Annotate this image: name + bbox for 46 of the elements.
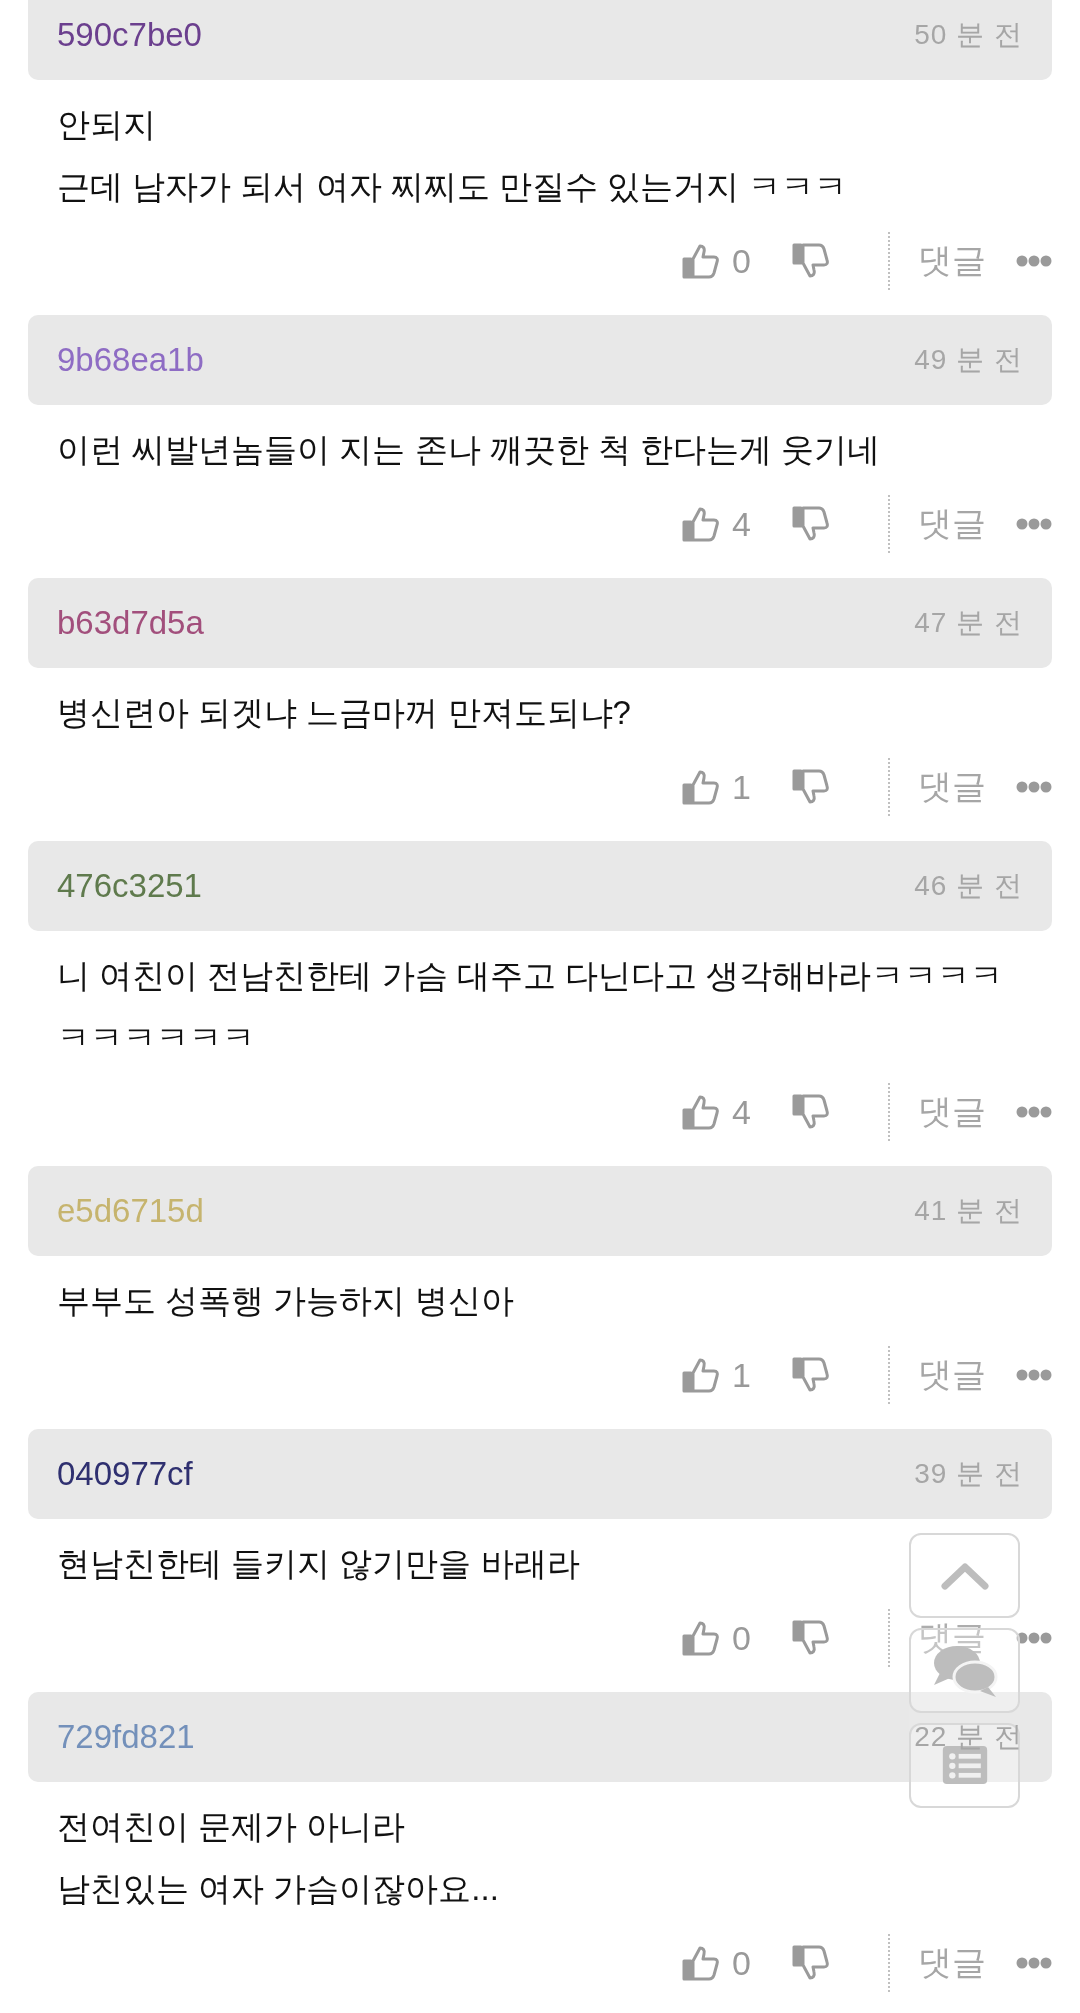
more-icon[interactable] <box>1016 518 1052 530</box>
comment-text: 현남친한테 들키지 않기만을 바래라 <box>57 1544 580 1584</box>
like-count: 4 <box>732 1092 752 1132</box>
like-count: 4 <box>732 504 752 544</box>
more-icon[interactable] <box>1016 1957 1052 1969</box>
comment-text: 안되지 <box>57 105 156 145</box>
reply-link[interactable]: 댓글 <box>918 238 986 284</box>
reply-link[interactable]: 댓글 <box>918 501 986 547</box>
more-icon[interactable] <box>1016 1632 1052 1644</box>
username[interactable]: 040977cf <box>57 1455 193 1493</box>
username[interactable]: e5d6715d <box>57 1192 204 1230</box>
more-icon[interactable] <box>1016 1369 1052 1381</box>
username[interactable]: 9b68ea1b <box>57 341 204 379</box>
reply-link[interactable]: 댓글 <box>918 1940 986 1986</box>
like-count: 1 <box>732 767 752 807</box>
more-icon[interactable] <box>1016 1106 1052 1118</box>
timestamp: 50 분 전 <box>914 18 1023 52</box>
reply-link[interactable]: 댓글 <box>918 1089 986 1135</box>
username[interactable]: 476c3251 <box>57 867 202 905</box>
list-button[interactable] <box>909 1723 1020 1808</box>
username[interactable]: b63d7d5a <box>57 604 204 642</box>
timestamp: 49 분 전 <box>914 343 1023 377</box>
comment-text: 병신련아 되겟냐 느금마꺼 만져도되냐? <box>57 693 631 733</box>
more-icon[interactable] <box>1016 255 1052 267</box>
comment-text: 근데 남자가 되서 여자 찌찌도 만질수 있는거지 ㅋㅋㅋ <box>57 167 848 207</box>
timestamp: 39 분 전 <box>914 1457 1023 1491</box>
comment-text: 이런 씨발년놈들이 지는 존나 깨끗한 척 한다는게 웃기네 <box>57 430 881 470</box>
chevron-up-icon <box>939 1560 990 1591</box>
like-count: 0 <box>732 1943 752 1983</box>
like-count: 0 <box>732 241 752 281</box>
reply-link[interactable]: 댓글 <box>918 764 986 810</box>
timestamp: 46 분 전 <box>914 869 1023 903</box>
comment-text: 부부도 성폭행 가능하지 병신아 <box>57 1281 514 1321</box>
username[interactable]: 729fd821 <box>57 1718 195 1756</box>
more-icon[interactable] <box>1016 781 1052 793</box>
comment-text: 남친있는 여자 가슴이잖아요... <box>57 1869 499 1909</box>
reply-link[interactable]: 댓글 <box>918 1352 986 1398</box>
comment-text: 전여친이 문제가 아니라 <box>57 1807 406 1847</box>
like-count: 0 <box>732 1618 752 1658</box>
scroll-top-button[interactable] <box>909 1533 1020 1618</box>
like-count: 1 <box>732 1355 752 1395</box>
username[interactable]: 590c7be0 <box>57 16 202 54</box>
timestamp: 22 분 전 <box>914 1720 1023 1754</box>
comment-text: 니 여친이 전남친한테 가슴 대주고 다닌다고 생각해바라ㅋㅋㅋㅋㅋㅋㅋㅋㅋㅋ <box>57 956 1004 1058</box>
timestamp: 41 분 전 <box>914 1194 1023 1228</box>
timestamp: 47 분 전 <box>914 606 1023 640</box>
